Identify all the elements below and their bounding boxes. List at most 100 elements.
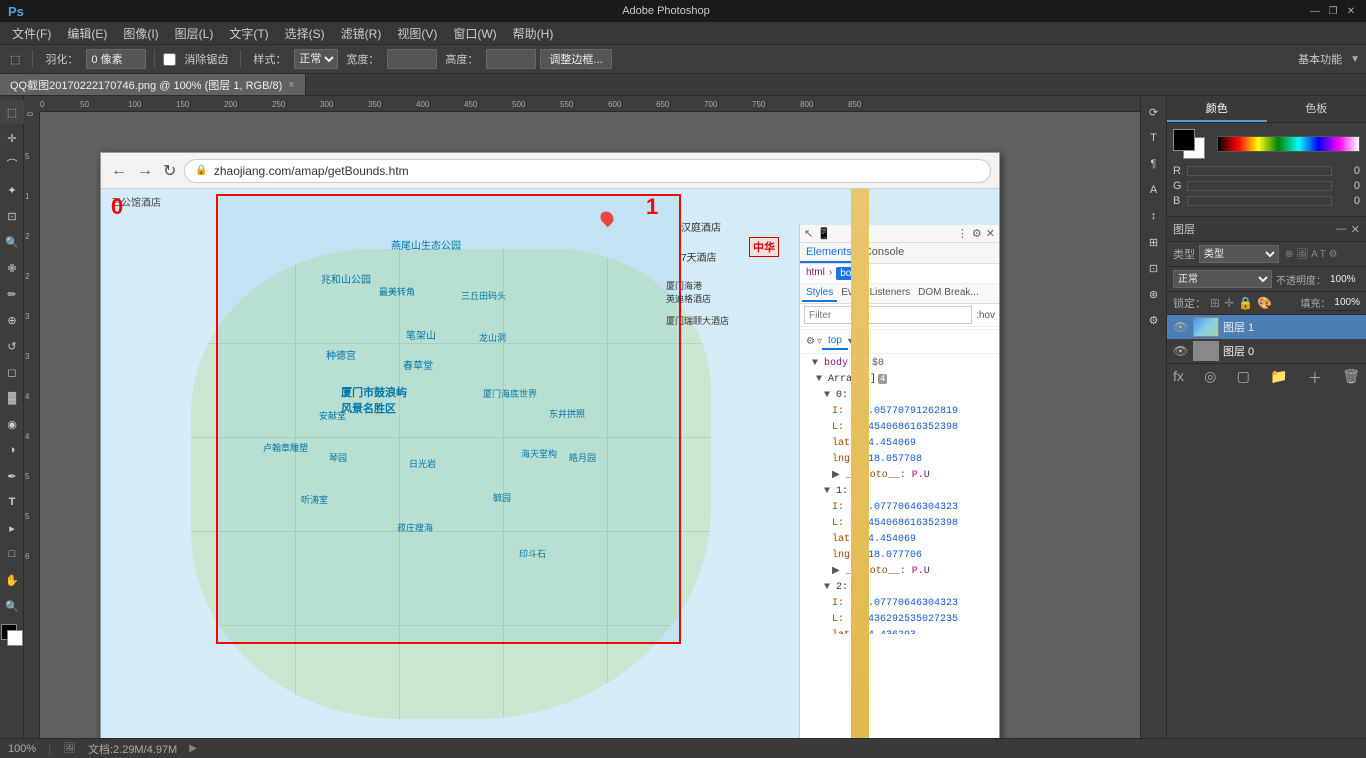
devtools-icon-close[interactable]: ✕ [986, 227, 995, 240]
gradient-tool[interactable]: ▓ [0, 386, 24, 410]
menu-item-窗口(W)[interactable]: 窗口(W) [445, 25, 504, 42]
swatches-tab[interactable]: 色板 [1267, 96, 1366, 122]
document-tab-close[interactable]: × [288, 79, 294, 91]
right-tool-9[interactable]: ⚙ [1142, 308, 1166, 332]
hand-tool[interactable]: ✋ [0, 568, 24, 592]
eyedropper-tool[interactable]: 🔍 [0, 230, 24, 254]
document-tab-active[interactable]: QQ截图20170222170746.png @ 100% (图层 1, RGB… [0, 74, 306, 95]
right-tool-4[interactable]: A [1142, 178, 1166, 202]
devtools-panel: ↖ 📱 ⋮ ⚙ ✕ Elements Console [799, 225, 999, 738]
brush-tool[interactable]: ✏ [0, 282, 24, 306]
crop-tool[interactable]: ⊡ [0, 204, 24, 228]
expand-item-2[interactable] [824, 582, 836, 593]
lock-pixels-icon[interactable]: ⊞ [1210, 296, 1220, 310]
layer-eye-0[interactable]: 👁 [1173, 344, 1189, 358]
layers-close-icon[interactable]: ✕ [1351, 223, 1360, 236]
lasso-tool[interactable]: ⌒ [0, 152, 24, 176]
restore-button[interactable]: ❐ [1326, 4, 1340, 18]
foreground-swatch[interactable] [1173, 129, 1195, 151]
expand-item-0[interactable] [824, 390, 836, 401]
layer-new-button[interactable]: ＋ [1308, 368, 1322, 388]
eraser-tool[interactable]: ◻ [0, 360, 24, 384]
path-selection-tool[interactable]: ▸ [0, 516, 24, 540]
fg-bg-color[interactable] [0, 624, 23, 646]
devtools-icon-settings[interactable]: ⚙ [972, 227, 982, 240]
style-select[interactable]: 正常 [294, 49, 338, 69]
background-color[interactable] [7, 630, 23, 646]
right-tool-7[interactable]: ⊡ [1142, 256, 1166, 280]
blue-channel-label: B [1173, 195, 1183, 207]
healing-brush-tool[interactable]: ✙ [0, 256, 24, 280]
browser-address-bar[interactable]: 🔒 zhaojiang.com/amap/getBounds.htm [184, 159, 991, 183]
layer-item-1[interactable]: 👁 图层 1 [1167, 315, 1366, 339]
layer-fx-button[interactable]: fx [1173, 368, 1184, 388]
expand-array[interactable] [816, 374, 828, 385]
lock-art-icon[interactable]: 🎨 [1257, 296, 1272, 310]
color-tab[interactable]: 颜色 [1167, 96, 1267, 122]
menu-item-图层(L)[interactable]: 图层(L) [167, 25, 222, 42]
right-tool-1[interactable]: ⟳ [1142, 100, 1166, 124]
anti-alias-checkbox[interactable] [163, 53, 176, 66]
devtools-icon-mobile[interactable]: 📱 [817, 227, 831, 240]
workspace-dropdown-icon[interactable]: ▼ [1350, 54, 1360, 65]
right-tool-8[interactable]: ⊛ [1142, 282, 1166, 306]
clone-stamp-tool[interactable]: ⊕ [0, 308, 24, 332]
menu-item-编辑(E)[interactable]: 编辑(E) [59, 25, 115, 42]
layer-mode-select[interactable]: 正常 [1173, 270, 1272, 288]
fg-bg-swatches[interactable] [1173, 129, 1209, 161]
right-tool-5[interactable]: ↕ [1142, 204, 1166, 228]
menu-item-文字(T)[interactable]: 文字(T) [221, 25, 276, 42]
right-tool-2[interactable]: T [1142, 126, 1166, 150]
menu-item-选择(S)[interactable]: 选择(S) [277, 25, 333, 42]
expand-item-1[interactable] [824, 486, 836, 497]
doc-info-arrow[interactable]: ▶ [189, 743, 197, 754]
menu-item-图像(I)[interactable]: 图像(I) [115, 25, 166, 42]
devtools-filter-input[interactable] [804, 306, 972, 324]
subtab-styles[interactable]: Styles [802, 285, 837, 302]
layer-delete-button[interactable]: 🗑 [1342, 368, 1360, 388]
history-brush-tool[interactable]: ↺ [0, 334, 24, 358]
devtools-tab-elements[interactable]: Elements [800, 243, 858, 263]
devtools-icon-pointer[interactable]: ↖ [804, 227, 813, 240]
menu-item-滤镜(R)[interactable]: 滤镜(R) [333, 25, 390, 42]
dodge-tool[interactable]: ◑ [0, 438, 24, 462]
close-button[interactable]: ✕ [1344, 4, 1358, 18]
pen-tool[interactable]: ✒ [0, 464, 24, 488]
menu-item-帮助(H)[interactable]: 帮助(H) [505, 25, 562, 42]
marquee-tool[interactable]: ⬚ [0, 100, 24, 124]
feather-input[interactable] [86, 49, 146, 69]
layers-minimize-icon[interactable]: — [1336, 223, 1347, 236]
blur-tool[interactable]: ◉ [0, 412, 24, 436]
adjust-border-button[interactable]: 调整边框... [540, 49, 611, 69]
layer-type-select[interactable]: 类型 [1199, 245, 1279, 263]
subtab-eventlisteners[interactable]: Event Listeners [837, 285, 914, 302]
subtab-dombreak[interactable]: DOM Break... [914, 285, 983, 302]
magic-wand-tool[interactable]: ✦ [0, 178, 24, 202]
console-tab-top[interactable]: top [822, 333, 848, 350]
layer-filter-icons: ⊕ 🖼 A T ⚙ [1285, 249, 1337, 260]
menu-item-视图(V)[interactable]: 视图(V) [389, 25, 445, 42]
right-tool-3[interactable]: ¶ [1142, 152, 1166, 176]
layer-item-0[interactable]: 👁 图层 0 [1167, 339, 1366, 363]
width-input[interactable] [387, 49, 437, 69]
expand-body[interactable] [812, 358, 824, 369]
lock-position-icon[interactable]: ✛ [1224, 296, 1234, 310]
lock-all-icon[interactable]: 🔒 [1238, 296, 1253, 310]
layer-group-button[interactable]: 📁 [1270, 368, 1287, 388]
browser-reload-button[interactable]: ↻ [161, 161, 178, 181]
devtools-console-body: body >= $0 Array[4]4 0: c [800, 354, 999, 634]
right-tool-6[interactable]: ⊞ [1142, 230, 1166, 254]
devtools-icon-dots[interactable]: ⋮ [957, 227, 968, 240]
shape-tool[interactable]: □ [0, 542, 24, 566]
zoom-tool[interactable]: 🔍 [0, 594, 24, 618]
height-input[interactable] [486, 49, 536, 69]
minimize-button[interactable]: — [1308, 4, 1322, 18]
layer-adjust-button[interactable]: ▢ [1237, 368, 1250, 388]
menu-item-文件(F)[interactable]: 文件(F) [4, 25, 59, 42]
text-tool[interactable]: T [0, 490, 24, 514]
move-tool[interactable]: ✛ [0, 126, 24, 150]
browser-forward-button[interactable]: → [135, 162, 155, 180]
layer-mask-button[interactable]: ◎ [1204, 368, 1216, 388]
browser-back-button[interactable]: ← [109, 162, 129, 180]
layer-eye-1[interactable]: 👁 [1173, 320, 1189, 334]
